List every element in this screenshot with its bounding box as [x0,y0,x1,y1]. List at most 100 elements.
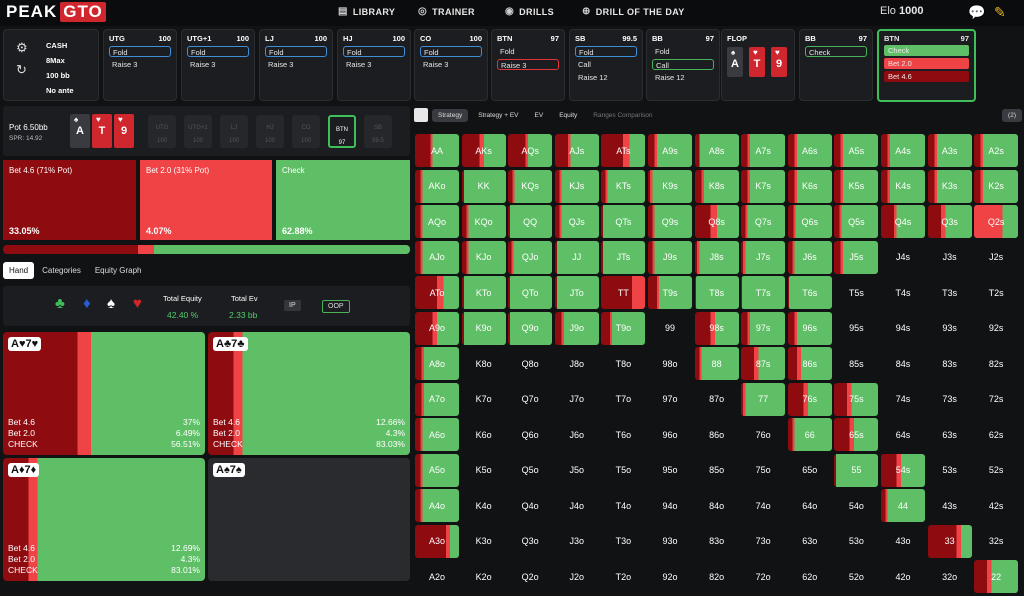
position-card-co[interactable]: CO 100 Fold Raise 3 [414,29,488,101]
range-cell-66[interactable]: 66 [787,418,832,451]
range-cell-K4s[interactable]: K4s [881,169,925,203]
combo-count-badge[interactable]: (2) [1002,108,1022,122]
range-cell-Q3s[interactable]: Q3s [927,205,972,238]
range-cell-53s[interactable]: 53s [927,453,972,487]
heart-suit-icon[interactable]: ♥ [133,295,142,312]
position-card-utg[interactable]: UTG 100 Fold Raise 3 [103,29,177,101]
range-cell-92s[interactable]: 92s [974,311,1019,345]
range-cell-T4s[interactable]: T4s [881,276,925,309]
range-cell-K4o[interactable]: K4o [461,489,506,522]
range-cell-T5s[interactable]: T5s [834,276,879,309]
range-cell-A7o[interactable]: A7o [415,382,459,416]
range-cell-K7o[interactable]: K7o [461,382,506,416]
range-cell-QJo[interactable]: QJo [508,240,553,274]
seat-sb[interactable]: SB 99.5 [364,115,392,148]
range-cell-T7o[interactable]: T7o [601,382,646,416]
range-cell-82s[interactable]: 82s [974,347,1019,380]
seat-co[interactable]: CO 100 [292,115,320,148]
range-cell-63s[interactable]: 63s [927,418,972,451]
range-cell-Q7o[interactable]: Q7o [508,382,553,416]
range-cell-83s[interactable]: 83s [927,347,972,380]
range-cell-76o[interactable]: 76o [741,418,786,451]
range-cell-KQo[interactable]: KQo [461,205,506,238]
strategy-action-1[interactable]: Bet 2.0 (31% Pot) 4.07% [140,160,272,240]
range-cell-72o[interactable]: 72o [741,560,786,593]
range-cell-87o[interactable]: 87o [694,382,739,416]
range-cell-95o[interactable]: 95o [648,453,692,487]
action-raise-12[interactable]: Raise 12 [575,72,637,83]
range-cell-KTs[interactable]: KTs [601,169,646,203]
range-cell-J4o[interactable]: J4o [554,489,599,522]
tab-strategy-ev[interactable]: Strategy + EV [472,109,524,122]
range-cell-K8o[interactable]: K8o [461,347,506,380]
refresh-icon[interactable]: ↻ [16,62,27,78]
action-fold[interactable]: Fold [420,46,482,57]
range-cell-T4o[interactable]: T4o [601,489,646,522]
position-card-lj[interactable]: LJ 100 Fold Raise 3 [259,29,333,101]
range-cell-K7s[interactable]: K7s [741,169,786,203]
range-cell-Q2s[interactable]: Q2s [974,205,1019,238]
action-raise-3[interactable]: Raise 3 [265,59,327,70]
range-cell-Q4s[interactable]: Q4s [881,205,925,238]
range-cell-54o[interactable]: 54o [834,489,879,522]
range-cell-AKs[interactable]: AKs [461,134,506,167]
range-cell-T2o[interactable]: T2o [601,560,646,593]
range-cell-43o[interactable]: 43o [881,524,925,558]
tab-equity[interactable]: Equity [553,109,583,122]
range-cell-J5o[interactable]: J5o [554,453,599,487]
action-fold[interactable]: Fold [109,46,171,57]
range-cell-J7o[interactable]: J7o [554,382,599,416]
action-call[interactable]: Call [652,59,714,70]
range-cell-52s[interactable]: 52s [974,453,1019,487]
seat-btn[interactable]: BTN 97 [328,115,356,148]
range-cell-K2o[interactable]: K2o [461,560,506,593]
range-cell-62s[interactable]: 62s [974,418,1019,451]
spade-suit-icon[interactable]: ♠ [107,295,115,312]
position-card-hj[interactable]: HJ 100 Fold Raise 3 [337,29,411,101]
range-cell-84s[interactable]: 84s [881,347,925,380]
layout-toggle-icon[interactable] [414,108,428,122]
range-cell-A4o[interactable]: A4o [415,489,459,522]
range-cell-65o[interactable]: 65o [787,453,832,487]
range-cell-63o[interactable]: 63o [787,524,832,558]
range-cell-QTs[interactable]: QTs [601,205,646,238]
range-cell-T8s[interactable]: T8s [694,276,739,309]
action-raise-3[interactable]: Raise 3 [109,59,171,70]
range-cell-86o[interactable]: 86o [694,418,739,451]
range-cell-T9o[interactable]: T9o [601,311,646,345]
range-cell-A6o[interactable]: A6o [415,418,459,451]
range-cell-J9o[interactable]: J9o [554,311,599,345]
range-cell-KK[interactable]: KK [461,169,506,203]
club-suit-icon[interactable]: ♣ [55,295,65,312]
range-cell-JTo[interactable]: JTo [554,276,599,309]
tab-hand[interactable]: Hand [3,261,35,279]
range-cell-Q2o[interactable]: Q2o [508,560,553,593]
range-cell-A8o[interactable]: A8o [415,347,459,380]
range-cell-JTs[interactable]: JTs [601,240,646,274]
range-cell-AJs[interactable]: AJs [554,134,599,167]
range-cell-A8s[interactable]: A8s [694,134,739,167]
range-cell-93o[interactable]: 93o [648,524,692,558]
range-cell-JJ[interactable]: JJ [554,240,599,274]
range-cell-T6o[interactable]: T6o [601,418,646,451]
action-check[interactable]: Check [805,46,867,57]
range-cell-82o[interactable]: 82o [694,560,739,593]
range-cell-QJs[interactable]: QJs [554,205,599,238]
range-cell-J5s[interactable]: J5s [834,240,879,274]
action-fold[interactable]: Fold [187,46,249,57]
range-cell-T9s[interactable]: T9s [648,276,692,309]
action-raise-3[interactable]: Raise 3 [497,59,559,70]
position-card-bb-check[interactable]: BB 97 Check [799,29,873,101]
range-cell-ATs[interactable]: ATs [601,134,646,167]
range-cell-Q8o[interactable]: Q8o [508,347,553,380]
range-cell-52o[interactable]: 52o [834,560,879,593]
range-cell-J3s[interactable]: J3s [927,240,972,274]
range-cell-44[interactable]: 44 [881,489,925,522]
action-raise-3[interactable]: Raise 3 [420,59,482,70]
range-cell-K2s[interactable]: K2s [974,169,1019,203]
range-cell-J8o[interactable]: J8o [554,347,599,380]
tab-equity-graph[interactable]: Equity Graph [89,262,148,279]
range-cell-A9s[interactable]: A9s [648,134,692,167]
range-cell-J9s[interactable]: J9s [648,240,692,274]
hand-combo-2[interactable]: A♦7♦ Bet 4.6 12.69% Bet 2.0 4.3% CHECK 83.01% [3,458,205,581]
